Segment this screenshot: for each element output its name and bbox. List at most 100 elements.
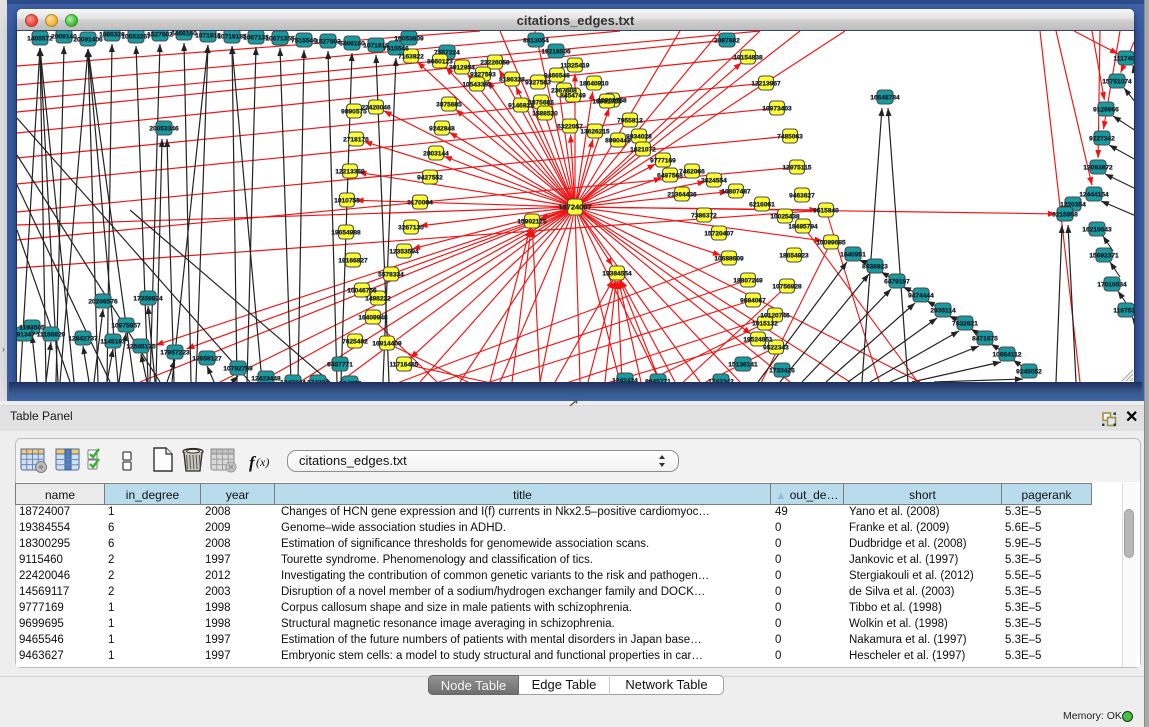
- svg-text:12444154: 12444154: [1079, 191, 1109, 198]
- svg-text:1220354: 1220354: [1060, 201, 1086, 208]
- svg-text:21364436: 21364436: [667, 191, 697, 198]
- svg-text:19654988: 19654988: [331, 229, 361, 236]
- svg-text:19166827: 19166827: [338, 257, 368, 264]
- svg-text:10782759: 10782759: [223, 365, 253, 372]
- svg-text:10099695: 10099695: [816, 239, 846, 246]
- svg-text:10807487: 10807487: [721, 188, 751, 195]
- svg-text:15692371: 15692371: [1089, 252, 1119, 259]
- svg-text:16210643: 16210643: [1082, 226, 1112, 233]
- svg-text:2803144: 2803144: [423, 150, 449, 157]
- svg-text:10958127: 10958127: [192, 355, 222, 362]
- svg-text:391347: 391347: [17, 331, 35, 338]
- svg-text:9474444: 9474444: [908, 292, 934, 299]
- svg-text:15720407: 15720407: [704, 230, 734, 237]
- svg-text:3170064: 3170064: [407, 199, 433, 206]
- svg-text:12975115: 12975115: [783, 164, 812, 171]
- svg-text:11325419: 11325419: [561, 62, 590, 69]
- svg-text:9427552: 9427552: [417, 174, 443, 181]
- svg-text:9457771: 9457771: [327, 361, 353, 368]
- svg-text:1733426: 1733426: [769, 367, 795, 374]
- svg-text:10756928: 10756928: [772, 283, 802, 290]
- svg-text:16961758: 16961758: [592, 98, 622, 105]
- svg-text:7557224: 7557224: [434, 49, 460, 56]
- svg-text:9242848: 9242848: [429, 125, 455, 132]
- svg-text:6479197: 6479197: [884, 278, 910, 285]
- svg-text:7462066: 7462066: [679, 168, 705, 175]
- svg-text:9934028: 9934028: [626, 133, 652, 140]
- svg-text:6466160: 6466160: [339, 40, 365, 47]
- svg-text:7485063: 7485063: [777, 133, 803, 140]
- svg-text:12505175: 12505175: [126, 343, 156, 350]
- svg-text:17010534: 17010534: [1097, 281, 1127, 288]
- svg-text:9890575: 9890575: [341, 108, 367, 115]
- svg-text:9146821: 9146821: [508, 102, 534, 109]
- svg-text:7625402: 7625402: [342, 338, 368, 345]
- svg-text:12942737: 12942737: [68, 335, 98, 342]
- svg-text:8454749: 8454749: [560, 92, 586, 99]
- svg-text:17957223: 17957223: [160, 349, 190, 356]
- svg-text:11716485: 11716485: [390, 361, 419, 368]
- svg-text:7955812: 7955812: [617, 117, 643, 124]
- svg-text:1167534: 1167534: [1113, 307, 1134, 314]
- svg-text:2935114: 2935114: [930, 307, 956, 314]
- svg-text:15902175: 15902175: [517, 218, 547, 225]
- svg-text:8938923: 8938923: [862, 263, 888, 270]
- svg-text:5322057: 5322057: [557, 123, 583, 130]
- svg-text:7632621: 7632621: [952, 320, 978, 327]
- svg-text:16409948: 16409948: [358, 314, 388, 321]
- svg-text:2718176: 2718176: [343, 136, 369, 143]
- svg-text:10046756: 10046756: [347, 287, 377, 294]
- svg-text:9129966: 9129966: [1093, 106, 1119, 113]
- svg-text:18640910: 18640910: [579, 80, 609, 87]
- svg-text:9227342: 9227342: [1089, 135, 1115, 142]
- svg-text:12423448: 12423448: [251, 375, 281, 382]
- svg-text:6497568: 6497568: [657, 172, 683, 179]
- svg-text:1117404: 1117404: [1114, 55, 1134, 62]
- svg-text:10975857: 10975857: [111, 322, 141, 329]
- svg-text:1145193: 1145193: [100, 338, 126, 345]
- svg-text:18654923: 18654923: [779, 252, 809, 259]
- svg-text:9466546: 9466546: [544, 72, 570, 79]
- svg-text:8813054: 8813054: [523, 37, 549, 44]
- svg-text:6216061: 6216061: [749, 201, 775, 208]
- svg-text:19524851: 19524851: [743, 336, 773, 343]
- svg-text:20053346: 20053346: [149, 125, 179, 132]
- svg-text:3875685: 3875685: [436, 101, 462, 108]
- svg-text:1193505: 1193505: [19, 324, 45, 331]
- svg-text:2087682: 2087682: [714, 37, 740, 44]
- svg-text:1527602: 1527602: [147, 31, 173, 38]
- svg-text:12093872: 12093872: [1083, 164, 1113, 171]
- svg-text:1498222: 1498222: [365, 295, 391, 302]
- svg-text:10025438: 10025438: [770, 213, 800, 220]
- svg-text:15136141: 15136141: [728, 361, 758, 368]
- svg-text:16914409: 16914409: [372, 340, 402, 347]
- svg-text:10654112: 10654112: [993, 351, 1022, 358]
- svg-text:7163822: 7163822: [398, 53, 424, 60]
- svg-text:15751074: 15751074: [1102, 78, 1132, 85]
- svg-text:1405572: 1405572: [27, 35, 53, 42]
- svg-text:3912954: 3912954: [449, 64, 475, 71]
- svg-text:17359924: 17359924: [133, 295, 163, 302]
- svg-text:1527602: 1527602: [315, 38, 341, 45]
- svg-text:19218506: 19218506: [541, 48, 571, 55]
- svg-text:20206576: 20206576: [88, 298, 118, 305]
- svg-text:9684067: 9684067: [740, 297, 766, 304]
- svg-text:6466160: 6466160: [171, 31, 197, 37]
- svg-text:13626215: 13626215: [580, 128, 610, 135]
- svg-text:7515546: 7515546: [383, 45, 409, 52]
- svg-text:3215958: 3215958: [1052, 211, 1078, 218]
- svg-text:7386372: 7386372: [691, 212, 717, 219]
- svg-text:10120746: 10120746: [760, 312, 790, 319]
- svg-text:10688609: 10688609: [714, 255, 744, 262]
- svg-text:9327503: 9327503: [470, 71, 496, 78]
- svg-text:7515546: 7515546: [291, 37, 317, 44]
- svg-text:18724007: 18724007: [558, 203, 591, 212]
- svg-text:8186328: 8186328: [499, 76, 525, 83]
- svg-text:9463627: 9463627: [789, 192, 815, 199]
- svg-text:9245052: 9245052: [1016, 368, 1042, 375]
- svg-text:18495794: 18495794: [788, 223, 818, 230]
- svg-text:9522343: 9522343: [763, 344, 789, 351]
- svg-text:1640951: 1640951: [840, 251, 866, 258]
- svg-text:19384554: 19384554: [602, 270, 632, 277]
- svg-text:9327503: 9327503: [525, 79, 551, 86]
